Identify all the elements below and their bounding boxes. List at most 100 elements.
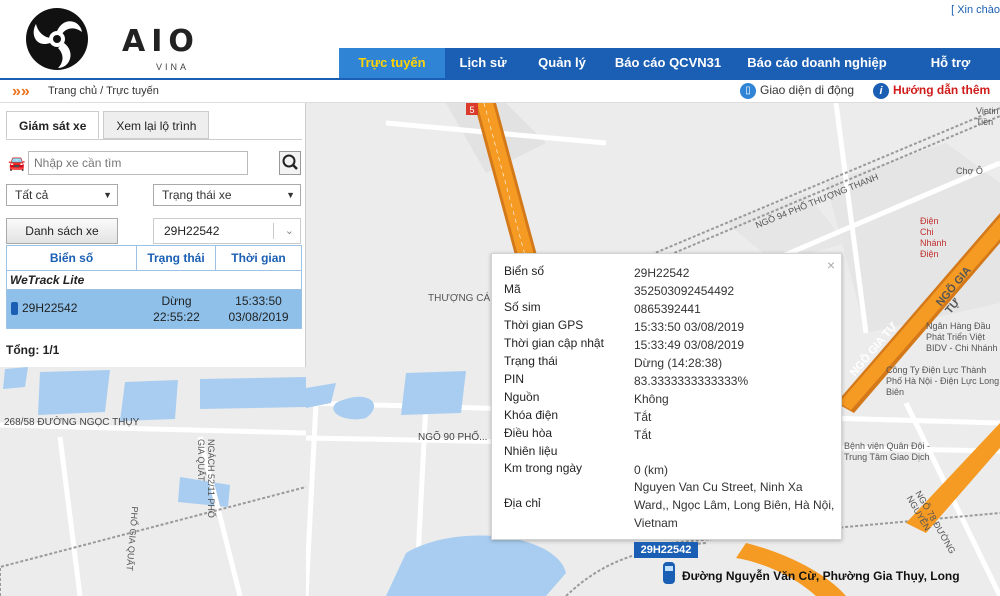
tab-divider (6, 139, 302, 140)
info-value: 29H22542 (634, 266, 690, 280)
info-label: Mã (504, 282, 521, 296)
col-status[interactable]: Trạng thái (137, 246, 216, 270)
mobile-view-label: Giao diện di động (760, 83, 855, 98)
info-label: Địa chỉ (504, 496, 541, 510)
row-time: 15:33:50 (235, 294, 282, 308)
info-label: Nguồn (504, 390, 540, 404)
search-icon (282, 154, 298, 170)
chevron-down-icon: ⌄ (284, 225, 294, 237)
tab-replay-route[interactable]: Xem lại lộ trình (103, 111, 210, 139)
map-label-vietin: Vietin Tiền (976, 106, 999, 127)
aio-logo-icon (26, 8, 88, 70)
search-button[interactable] (279, 151, 301, 175)
row-status: Dừng (161, 294, 192, 308)
info-value: 83.3333333333333% (634, 374, 749, 388)
combo-separator (273, 223, 274, 239)
vehicle-info-popup: × Biển số 29H22542 Mã 352503092454492 Số s… (491, 253, 842, 540)
sidebar: Giám sát xe Xem lại lộ trình 🚘 Tất cả ▼ T… (0, 103, 306, 367)
user-greeting-link[interactable]: [ Xin chào (951, 4, 1000, 16)
info-value: Tắt (634, 428, 652, 442)
header: AIO VINA [ Xin chào Trực tuyến Lịch sử Q… (0, 0, 1000, 78)
street-address-label: Đường Nguyễn Văn Cừ, Phường Gia Thụy, Lo… (682, 569, 960, 583)
table-header: Biển số Trạng thái Thời gian (7, 246, 301, 271)
sidebar-tabs: Giám sát xe Xem lại lộ trình (6, 111, 213, 139)
vehicle-search-input[interactable] (28, 151, 248, 175)
group-row[interactable]: WeTrack Lite (7, 271, 301, 290)
vehicle-status-value: Trạng thái xe (162, 188, 232, 202)
info-value: Nguyen Van Cu Street, Ninh Xa Ward,, Ngọ… (634, 480, 835, 530)
user-greeting-text: [ Xin chào (951, 4, 1000, 16)
map-label-dien-luc: Công Ty Điện Lực Thành Phố Hà Nội - Điện… (886, 365, 1000, 397)
mobile-view-link[interactable]: ▯ Giao diện di động (740, 83, 854, 99)
cell-plate: 29H22542 (7, 290, 137, 328)
info-label: Km trong ngày (504, 461, 583, 475)
nav-report-business[interactable]: Báo cáo doanh nghiệp (733, 48, 901, 78)
nav-online[interactable]: Trực tuyến (339, 48, 445, 78)
logo-text: AIO (122, 24, 200, 59)
map-canvas-left[interactable] (0, 367, 306, 596)
mobile-icon: ▯ (740, 83, 756, 99)
filter-all-select[interactable]: Tất cả ▼ (6, 184, 118, 206)
map-label-ngo-90: NGÕ 90 PHỐ... (418, 432, 488, 443)
double-chevron-icon: »» (12, 83, 30, 100)
nav-management[interactable]: Quản lý (521, 48, 603, 78)
info-label: Trạng thái (504, 354, 558, 368)
total-count: Tổng: 1/1 (6, 343, 60, 357)
vehicle-status-select[interactable]: Trạng thái xe ▼ (153, 184, 301, 206)
info-value: Tắt (634, 410, 652, 424)
info-label: PIN (504, 372, 525, 386)
tab-monitor[interactable]: Giám sát xe (6, 111, 100, 139)
car-marker-icon (11, 302, 18, 316)
info-value: Dừng (14:28:38) (634, 356, 723, 370)
dropdown-arrow-icon: ▼ (103, 190, 112, 200)
info-label: Nhiên liệu (504, 444, 558, 458)
map-lower-left[interactable]: 268/58 ĐƯỜNG NGỌC THỤY NGÁCH 52/11 PHỐ G… (0, 367, 306, 596)
nav-support[interactable]: Hỗ trợ (901, 48, 1000, 78)
info-value: 0865392441 (634, 302, 701, 316)
info-value: 15:33:50 03/08/2019 (634, 320, 745, 334)
nav-report-qcvn31[interactable]: Báo cáo QCVN31 (603, 48, 733, 78)
info-value: 15:33:49 03/08/2019 (634, 338, 745, 352)
svg-text:5: 5 (469, 105, 474, 115)
nav-history[interactable]: Lịch sử (445, 48, 521, 78)
info-value: Không (634, 392, 669, 406)
logo-subtitle: VINA (156, 62, 190, 72)
guide-label: Hướng dẫn thêm (893, 83, 991, 98)
vehicle-list-button[interactable]: Danh sách xe (6, 218, 118, 244)
vehicle-marker-icon[interactable] (663, 562, 675, 584)
info-icon: i (873, 83, 889, 99)
vehicle-combo-value: 29H22542 (164, 224, 220, 238)
map-label-thuong-ca: THƯỢNG CÁ (428, 293, 491, 304)
info-label: Điều hòa (504, 426, 553, 440)
info-label: Thời gian cập nhật (504, 336, 604, 350)
info-label: Khóa điện (504, 408, 559, 422)
info-label: Số sim (504, 300, 541, 314)
breadcrumb-bar: »» Trang chủ / Trực tuyến ▯ Giao diện di … (0, 78, 1000, 103)
map-label-cho: Chợ Ô (956, 166, 983, 176)
map-label-bidv: Ngân Hàng Đầu Phát Triển Việt BIDV - Chi… (926, 321, 998, 353)
guide-link[interactable]: i Hướng dẫn thêm (873, 83, 990, 99)
logo[interactable]: AIO VINA (24, 6, 194, 72)
dropdown-arrow-icon: ▼ (286, 190, 295, 200)
map-label-ngach: NGÁCH 52/11 PHỐ GIA QUẤT (196, 439, 216, 518)
info-label: Thời gian GPS (504, 318, 584, 332)
row-date: 03/08/2019 (228, 310, 289, 324)
map-label-ngoc-thuy-street: 268/58 ĐƯỜNG NGỌC THỤY (4, 417, 140, 428)
row-plate: 29H22542 (22, 301, 78, 315)
car-icon: 🚘 (8, 155, 26, 171)
table-row[interactable]: 29H22542 Dừng 22:55:22 15:33:50 03/08/20… (7, 290, 301, 328)
cell-time: 15:33:50 03/08/2019 (216, 290, 301, 328)
col-plate[interactable]: Biển số (7, 246, 137, 270)
filter-all-value: Tất cả (15, 188, 49, 202)
vehicle-combo[interactable]: 29H22542 ⌄ (153, 218, 301, 244)
row-status-time: 22:55:22 (153, 310, 200, 324)
vehicle-table: Biển số Trạng thái Thời gian WeTrack Lit… (6, 245, 302, 329)
breadcrumb: Trang chủ / Trực tuyến (48, 85, 159, 97)
map-label-benh-vien: Bệnh viện Quân Đội - Trung Tâm Giao Dịch (844, 441, 931, 462)
vehicle-marker-label[interactable]: 29H22542 (634, 542, 698, 558)
info-label: Biển số (504, 264, 545, 278)
cell-status: Dừng 22:55:22 (137, 290, 216, 328)
main-nav: Trực tuyến Lịch sử Quản lý Báo cáo QCVN3… (339, 48, 1000, 78)
info-value: 0 (km) (634, 463, 668, 477)
col-time[interactable]: Thời gian (216, 246, 301, 270)
